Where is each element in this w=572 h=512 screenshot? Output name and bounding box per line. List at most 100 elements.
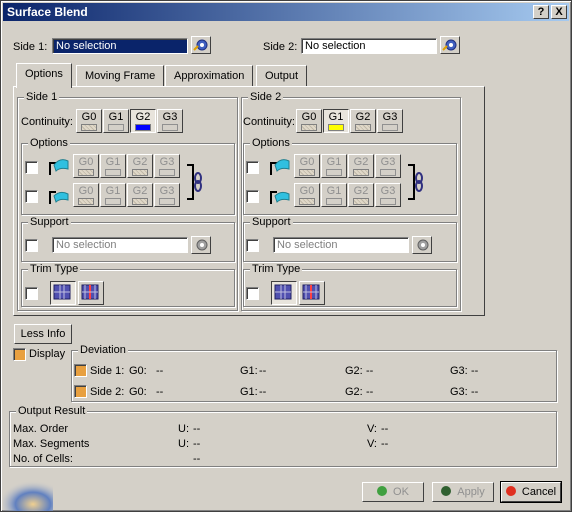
deviation-side2-checkbox[interactable] <box>74 385 87 398</box>
side1-opt2-g2[interactable]: G2 <box>127 183 153 207</box>
trim-grid-icon <box>274 284 292 300</box>
side2-trim-option2[interactable] <box>299 281 325 305</box>
side1-support-checkbox[interactable] <box>25 239 38 252</box>
side2-pick-button[interactable] <box>440 36 460 54</box>
window-title: Surface Blend <box>7 5 88 19</box>
deviation-side1-checkbox[interactable] <box>74 364 87 377</box>
tab-options[interactable]: Options <box>16 63 72 88</box>
side1-continuity-g1[interactable]: G1 <box>103 109 129 133</box>
side2-opt1-g2[interactable]: G2 <box>348 154 374 178</box>
side1-opt2-g1[interactable]: G1 <box>100 183 126 207</box>
max-segments-v-label: V: <box>367 438 377 450</box>
side1-trim-checkbox[interactable] <box>25 287 38 300</box>
max-segments-label: Max. Segments <box>13 438 90 450</box>
trim-split-icon <box>302 284 320 300</box>
deviation-side1-g1-value: -- <box>259 365 267 377</box>
gear-pick-icon <box>196 239 208 251</box>
cancel-icon <box>505 486 516 496</box>
side1-opt2-g0[interactable]: G0 <box>73 183 99 207</box>
max-order-v-value: -- <box>381 423 389 435</box>
trim-grid-icon <box>53 284 71 300</box>
side2-opt2-g3[interactable]: G3 <box>375 183 401 207</box>
deviation-side1-label: Side 1: <box>90 365 125 377</box>
side2-selection-field[interactable]: No selection <box>301 38 437 54</box>
side1-opt1-g1[interactable]: G1 <box>100 154 126 178</box>
side1-label: Side 1: <box>13 41 48 53</box>
side2-support-pick-button[interactable] <box>412 236 432 254</box>
deviation-g1-label: G1: <box>240 386 258 398</box>
side2-trim-option1[interactable] <box>271 281 297 305</box>
app-logo-icon <box>3 477 53 511</box>
help-button[interactable]: ? <box>533 5 549 19</box>
deviation-side1-g2-value: -- <box>366 365 374 377</box>
side2-continuity-g0[interactable]: G0 <box>296 109 322 133</box>
less-info-button[interactable]: Less Info <box>14 324 72 344</box>
side1-trim-option2[interactable] <box>78 281 104 305</box>
cancel-button[interactable]: Cancel <box>500 481 562 503</box>
cells-label: No. of Cells: <box>13 453 73 465</box>
side2-continuity-g2[interactable]: G2 <box>350 109 376 133</box>
side1-selection-field[interactable]: No selection <box>52 38 188 54</box>
side2-continuity-g1[interactable]: G1 <box>323 109 349 133</box>
ok-icon <box>377 486 388 496</box>
deviation-g1-label: G1: <box>240 365 258 377</box>
max-segments-v-value: -- <box>381 438 389 450</box>
side2-panel-title: Side 2 <box>248 91 284 103</box>
side2-opt2-g0[interactable]: G0 <box>294 183 320 207</box>
deviation-g3-label: G3: <box>450 365 468 377</box>
apply-button[interactable]: Apply <box>432 482 494 502</box>
side1-trim-option1[interactable] <box>50 281 76 305</box>
ok-button[interactable]: OK <box>362 482 424 502</box>
side2-opt1-g1[interactable]: G1 <box>321 154 347 178</box>
close-button[interactable]: X <box>551 5 567 19</box>
gear-pick-icon <box>442 39 457 51</box>
deviation-g3-label: G3: <box>450 386 468 398</box>
deviation-g0-label: G0: <box>129 365 147 377</box>
side2-label: Side 2: <box>263 41 298 53</box>
tab-moving-frame[interactable]: Moving Frame <box>76 65 165 87</box>
side2-opt2-g1[interactable]: G1 <box>321 183 347 207</box>
side1-opt1-g0[interactable]: G0 <box>73 154 99 178</box>
deviation-side1-g0-value: -- <box>156 365 164 377</box>
side2-continuity-g3[interactable]: G3 <box>377 109 403 133</box>
side1-option2-checkbox[interactable] <box>25 190 38 203</box>
surface-blend-dialog: Surface Blend ? X Side 1: No selection S… <box>0 0 572 512</box>
side1-support-pick-button[interactable] <box>191 236 211 254</box>
link-chain-icon[interactable] <box>406 163 428 203</box>
side2-trim-checkbox[interactable] <box>246 287 259 300</box>
side1-support-field[interactable]: No selection <box>52 237 188 253</box>
tab-output[interactable]: Output <box>256 65 308 87</box>
cells-value: -- <box>193 453 201 465</box>
max-order-label: Max. Order <box>13 423 69 435</box>
gear-pick-icon <box>417 239 429 251</box>
side1-continuity-g2[interactable]: G2 <box>130 109 156 133</box>
title-bar[interactable]: Surface Blend ? X <box>3 3 569 21</box>
display-label: Display <box>29 348 66 360</box>
side1-opt1-g2[interactable]: G2 <box>127 154 153 178</box>
side2-opt1-g0[interactable]: G0 <box>294 154 320 178</box>
deviation-side2-g3-value: -- <box>471 386 479 398</box>
side2-support-field[interactable]: No selection <box>273 237 409 253</box>
side1-opt2-g3[interactable]: G3 <box>154 183 180 207</box>
side1-pick-button[interactable] <box>191 36 211 54</box>
side1-panel-title: Side 1 <box>24 91 60 103</box>
side2-option1-checkbox[interactable] <box>246 161 259 174</box>
side2-opt2-g2[interactable]: G2 <box>348 183 374 207</box>
deviation-title: Deviation <box>78 344 128 356</box>
side2-support-checkbox[interactable] <box>246 239 259 252</box>
support-group-title: Support <box>28 216 71 228</box>
tab-approximation[interactable]: Approximation <box>165 65 254 87</box>
side1-opt1-g3[interactable]: G3 <box>154 154 180 178</box>
side1-continuity-g0[interactable]: G0 <box>76 109 102 133</box>
side2-option2-checkbox[interactable] <box>246 190 259 203</box>
trim-split-icon <box>81 284 99 300</box>
side2-opt1-g3[interactable]: G3 <box>375 154 401 178</box>
display-checkbox[interactable] <box>13 348 26 361</box>
side1-continuity-g3[interactable]: G3 <box>157 109 183 133</box>
tangent-surface-icon <box>270 159 290 175</box>
side1-option1-checkbox[interactable] <box>25 161 38 174</box>
output-result-title: Output Result <box>16 405 88 417</box>
gear-pick-icon <box>193 39 208 51</box>
link-chain-icon[interactable] <box>185 163 207 203</box>
curvature-surface-icon <box>270 191 290 204</box>
